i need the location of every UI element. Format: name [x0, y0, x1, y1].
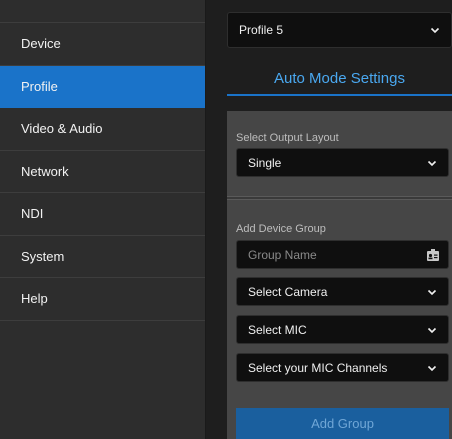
id-badge-icon: [427, 248, 439, 261]
sidebar-item-label: System: [21, 248, 65, 264]
sidebar-item-label: Network: [21, 163, 69, 179]
tab-auto-mode-settings[interactable]: Auto Mode Settings: [227, 62, 452, 95]
sidebar: Device Profile Video & Audio Network NDI…: [0, 0, 206, 439]
tab-underline: [227, 94, 452, 96]
sidebar-item-video-audio[interactable]: Video & Audio: [0, 108, 205, 151]
chevron-down-icon: [427, 160, 437, 166]
mic-channels-select[interactable]: Select your MIC Channels: [236, 353, 449, 382]
sidebar-item-profile[interactable]: Profile: [0, 65, 205, 108]
output-layout-label: Select Output Layout: [236, 132, 339, 144]
sidebar-item-device[interactable]: Device: [0, 23, 205, 66]
sidebar-item-label: Profile: [21, 78, 58, 94]
camera-select-value: Select Camera: [248, 284, 328, 299]
camera-select[interactable]: Select Camera: [236, 277, 449, 306]
sidebar-item-label: Video & Audio: [21, 121, 103, 137]
add-group-button[interactable]: Add Group: [236, 408, 449, 439]
sidebar-item-label: NDI: [21, 206, 44, 222]
group-name-input[interactable]: Group Name: [236, 240, 449, 269]
sidebar-item-label: Help: [21, 291, 48, 307]
sidebar-item-help[interactable]: Help: [0, 278, 205, 321]
profile-select-value: Profile 5: [239, 23, 284, 37]
profile-select[interactable]: Profile 5: [227, 12, 452, 48]
main-content: Profile 5 Auto Mode Settings Select Outp…: [207, 0, 452, 439]
section-divider: [227, 196, 452, 200]
chevron-down-icon: [430, 27, 440, 34]
settings-panel: Select Output Layout Single Add Device G…: [227, 111, 452, 439]
sidebar-item-ndi[interactable]: NDI: [0, 193, 205, 236]
mic-select-value: Select MIC: [248, 322, 307, 337]
sidebar-item-label: Device: [21, 36, 61, 52]
device-group-label: Add Device Group: [236, 223, 326, 235]
chevron-down-icon: [427, 365, 437, 371]
mic-select[interactable]: Select MIC: [236, 315, 449, 344]
chevron-down-icon: [427, 327, 437, 333]
chevron-down-icon: [427, 289, 437, 295]
output-layout-select[interactable]: Single: [236, 148, 449, 177]
sidebar-header-spacer: [0, 0, 205, 23]
output-layout-value: Single: [248, 155, 282, 170]
sidebar-item-system[interactable]: System: [0, 236, 205, 278]
sidebar-item-network[interactable]: Network: [0, 151, 205, 193]
group-name-placeholder: Group Name: [248, 247, 317, 262]
mic-channels-select-value: Select your MIC Channels: [248, 360, 388, 375]
